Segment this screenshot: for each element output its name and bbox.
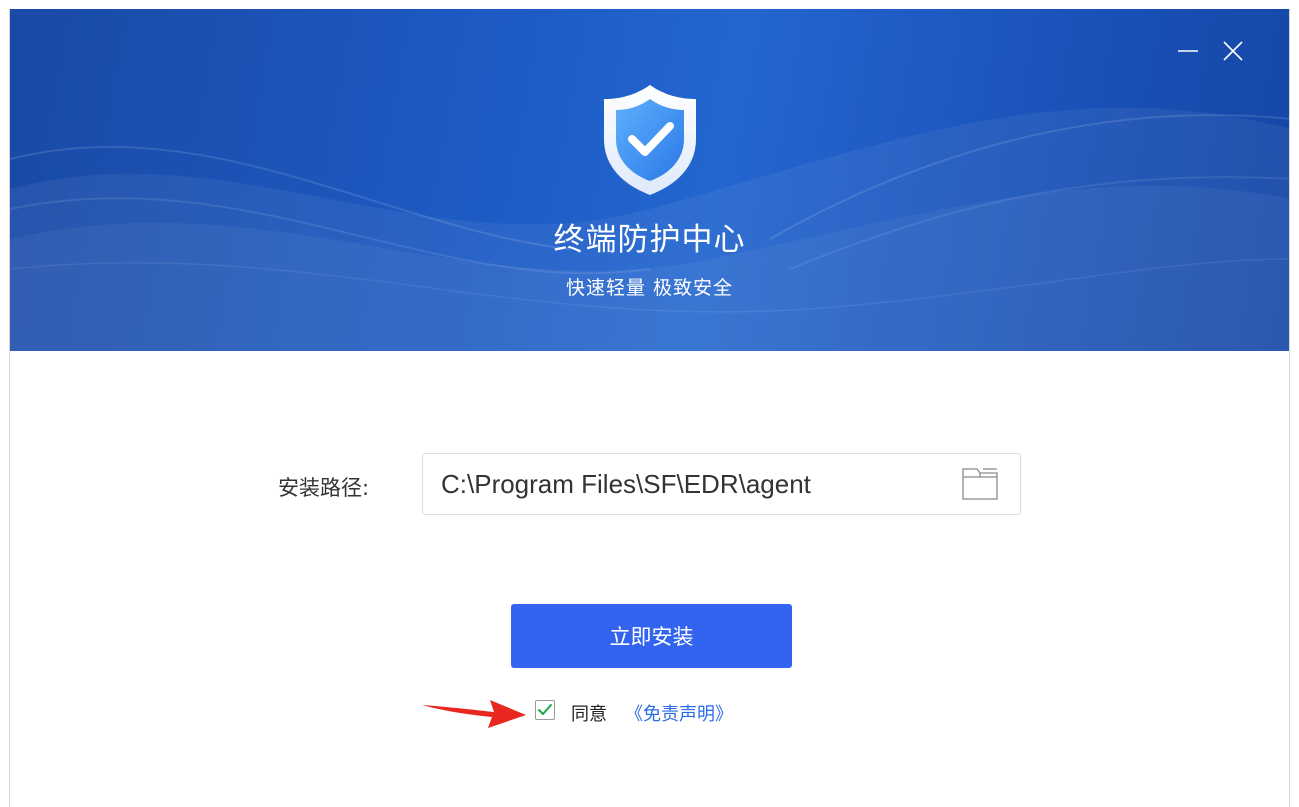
agree-label: 同意 — [571, 704, 607, 725]
red-arrow-icon — [422, 700, 526, 728]
check-icon — [538, 704, 552, 715]
installer-window: 终端防护中心 快速轻量 极致安全 安装路径: 立即安装 同意 《免责声明》 — [9, 9, 1290, 807]
close-icon — [1223, 41, 1243, 61]
disclaimer-link[interactable]: 《免责声明》 — [625, 700, 733, 726]
app-title: 终端防护中心 — [553, 222, 746, 258]
browse-folder-button[interactable] — [961, 466, 1001, 502]
minimize-icon — [1178, 50, 1198, 52]
install-path-input[interactable] — [441, 454, 941, 514]
app-subtitle: 快速轻量 极致安全 — [565, 277, 734, 299]
shield-check-icon — [604, 85, 696, 195]
minimize-button[interactable] — [1176, 39, 1200, 63]
install-path-field — [422, 453, 1021, 515]
agree-checkbox[interactable] — [535, 700, 555, 720]
header-banner: 终端防护中心 快速轻量 极致安全 — [10, 9, 1289, 351]
install-path-label: 安装路径: — [278, 476, 370, 500]
folder-icon — [962, 468, 998, 500]
install-now-button[interactable]: 立即安装 — [511, 604, 792, 668]
close-button[interactable] — [1221, 39, 1245, 63]
